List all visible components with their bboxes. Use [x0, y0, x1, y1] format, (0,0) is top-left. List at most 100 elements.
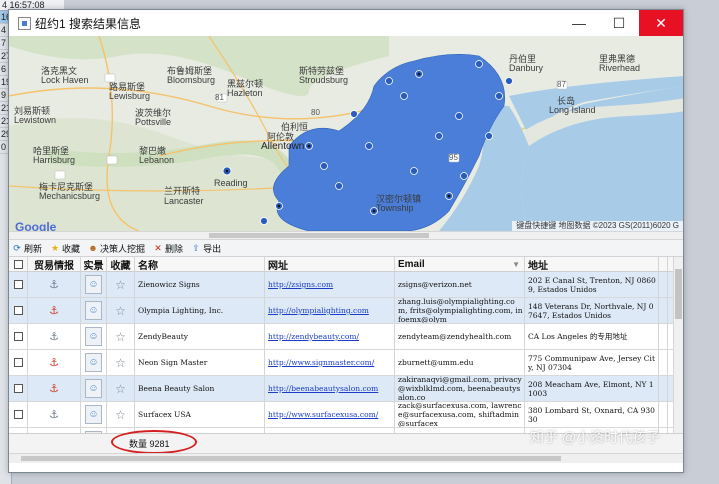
url-cell[interactable]: http://zendybeauty.com/ [265, 324, 395, 349]
street-view-cell[interactable]: ☺ [81, 350, 107, 375]
row-checkbox[interactable] [9, 350, 28, 375]
street-view-icon[interactable]: ☺ [85, 275, 102, 294]
checkbox[interactable] [13, 384, 23, 393]
row-checkbox[interactable] [9, 324, 28, 349]
star-outline-icon[interactable]: ☆ [115, 330, 126, 344]
column-trade[interactable]: 贸易情报 [28, 257, 81, 271]
table-row[interactable]: ⚓ ☺ ☆ Neon Sign Master http://www.signmaster… [9, 350, 683, 376]
checkbox[interactable] [13, 306, 23, 315]
url-link[interactable]: http://zsigns.com [268, 280, 333, 289]
anchor-icon[interactable]: ⚓ [49, 304, 59, 317]
map-label-pottsville: Pottsville [135, 117, 172, 127]
map-label-allentown: Allentown [261, 141, 305, 152]
table-horizontal-scrollbar[interactable] [9, 453, 683, 463]
url-cell[interactable]: http://beenabeautysalon.com [265, 376, 395, 401]
street-view-icon[interactable]: ☺ [85, 301, 102, 320]
url-cell[interactable]: http://www.signmaster.com/ [265, 350, 395, 375]
star-icon: ★ [50, 242, 60, 253]
favorite-cell[interactable]: ☆ [107, 376, 135, 401]
column-url[interactable]: 网址 [265, 257, 395, 271]
url-link[interactable]: http://www.signmaster.com/ [268, 358, 374, 367]
decision-maker-button[interactable]: ☻ 决策人挖掘 [88, 242, 145, 255]
url-cell[interactable]: http://www.surfacexusa.com/ [265, 402, 395, 427]
favorite-cell[interactable]: ☆ [107, 350, 135, 375]
star-outline-icon[interactable]: ☆ [115, 408, 126, 422]
star-outline-icon[interactable]: ☆ [115, 304, 126, 318]
trade-info-cell[interactable]: ⚓ [28, 324, 81, 349]
table-row[interactable]: ⚓ ☺ ☆ Surfacex USA http://www.surfacexusa.co… [9, 402, 683, 428]
select-all-checkbox[interactable] [9, 257, 28, 271]
favorite-cell[interactable]: ☆ [107, 272, 135, 297]
url-link[interactable]: http://olympialighting.com [268, 306, 369, 315]
column-name[interactable]: 名称 [135, 257, 265, 271]
url-cell[interactable]: http://olympialighting.com [265, 298, 395, 323]
star-outline-icon[interactable]: ☆ [115, 356, 126, 370]
favorite-button[interactable]: ★ 收藏 [50, 242, 80, 255]
row-checkbox[interactable] [9, 272, 28, 297]
checkbox[interactable] [13, 358, 23, 367]
anchor-icon[interactable]: ⚓ [49, 278, 59, 291]
column-real[interactable]: 实景 [81, 257, 107, 271]
street-view-icon[interactable]: ☺ [85, 379, 102, 398]
checkbox[interactable] [13, 280, 23, 289]
map-label-stroudsburg: Stroudsburg [299, 75, 349, 85]
street-view-icon[interactable]: ☺ [85, 405, 102, 424]
maximize-button[interactable]: ☐ [599, 10, 639, 36]
map-view[interactable]: 洛克黑文 Lock Haven 路易斯堡 Lewisburg 布鲁姆斯堡 Blo… [9, 36, 683, 231]
street-view-cell[interactable]: ☺ [81, 324, 107, 349]
anchor-icon[interactable]: ⚓ [49, 356, 59, 369]
row-checkbox[interactable] [9, 376, 28, 401]
anchor-icon[interactable]: ⚓ [49, 382, 59, 395]
table-row[interactable]: ⚓ ☺ ☆ Zienowicz Signs http://zsigns.com zsign… [9, 272, 683, 298]
scroll-thumb[interactable] [675, 269, 682, 319]
anchor-icon[interactable]: ⚓ [49, 408, 59, 421]
close-button[interactable]: ✕ [639, 10, 683, 36]
map-attribution[interactable]: 键盘快捷键 地图数据 ©2023 GS(2011)6020 G [512, 221, 683, 231]
url-link[interactable]: http://www.surfacexusa.com/ [268, 410, 378, 419]
map-horizontal-scrollbar[interactable] [9, 231, 683, 240]
street-view-cell[interactable]: ☺ [81, 376, 107, 401]
trade-info-cell[interactable]: ⚓ [28, 272, 81, 297]
column-fav[interactable]: 收藏 [107, 257, 135, 271]
title-bar[interactable]: 纽约1 搜索结果信息 — ☐ ✕ [9, 10, 683, 36]
delete-button[interactable]: ✕ 删除 [153, 242, 183, 255]
table-vertical-scrollbar[interactable] [673, 257, 683, 454]
trade-info-cell[interactable]: ⚓ [28, 376, 81, 401]
refresh-button[interactable]: ⟳ 刷新 [12, 242, 42, 255]
url-link[interactable]: http://beenabeautysalon.com [268, 384, 378, 393]
favorite-cell[interactable]: ☆ [107, 402, 135, 427]
filter-icon[interactable]: ▼ [512, 260, 520, 269]
map-label-danbury: Danbury [509, 63, 544, 73]
column-address[interactable]: 地址 [525, 257, 659, 271]
minimize-button[interactable]: — [559, 10, 599, 36]
checkbox[interactable] [13, 410, 23, 419]
export-icon: ⇪ [192, 242, 200, 253]
street-view-icon[interactable]: ☺ [85, 327, 102, 346]
row-checkbox[interactable] [9, 298, 28, 323]
url-cell[interactable]: http://zsigns.com [265, 272, 395, 297]
trade-info-cell[interactable]: ⚓ [28, 298, 81, 323]
table-row[interactable]: ⚓ ☺ ☆ Olympia Lighting, Inc. http://olympial… [9, 298, 683, 324]
star-outline-icon[interactable]: ☆ [115, 382, 126, 396]
table-row[interactable]: ⚓ ☺ ☆ Beena Beauty Salon http://beenabeautys… [9, 376, 683, 402]
column-extra [659, 257, 668, 271]
star-outline-icon[interactable]: ☆ [115, 278, 126, 292]
row-checkbox[interactable] [9, 402, 28, 427]
url-link[interactable]: http://zendybeauty.com/ [268, 332, 359, 341]
street-view-cell[interactable]: ☺ [81, 272, 107, 297]
table-row[interactable]: ⚓ ☺ ☆ ZendyBeauty http://zendybeauty.com/zen… [9, 324, 683, 350]
favorite-cell[interactable]: ☆ [107, 324, 135, 349]
checkbox[interactable] [13, 332, 23, 341]
street-view-icon[interactable]: ☺ [85, 353, 102, 372]
street-view-cell[interactable]: ☺ [81, 402, 107, 427]
trade-info-cell[interactable]: ⚓ [28, 402, 81, 427]
street-view-cell[interactable]: ☺ [81, 298, 107, 323]
export-button[interactable]: ⇪ 导出 [191, 242, 221, 255]
map-label-mechanicsburg: Mechanicsburg [39, 191, 101, 201]
trade-info-cell[interactable]: ⚓ [28, 350, 81, 375]
column-email[interactable]: Email ▼ [395, 257, 525, 271]
scroll-thumb[interactable] [21, 456, 561, 461]
anchor-icon[interactable]: ⚓ [49, 330, 59, 343]
favorite-cell[interactable]: ☆ [107, 298, 135, 323]
scroll-thumb[interactable] [209, 233, 429, 238]
